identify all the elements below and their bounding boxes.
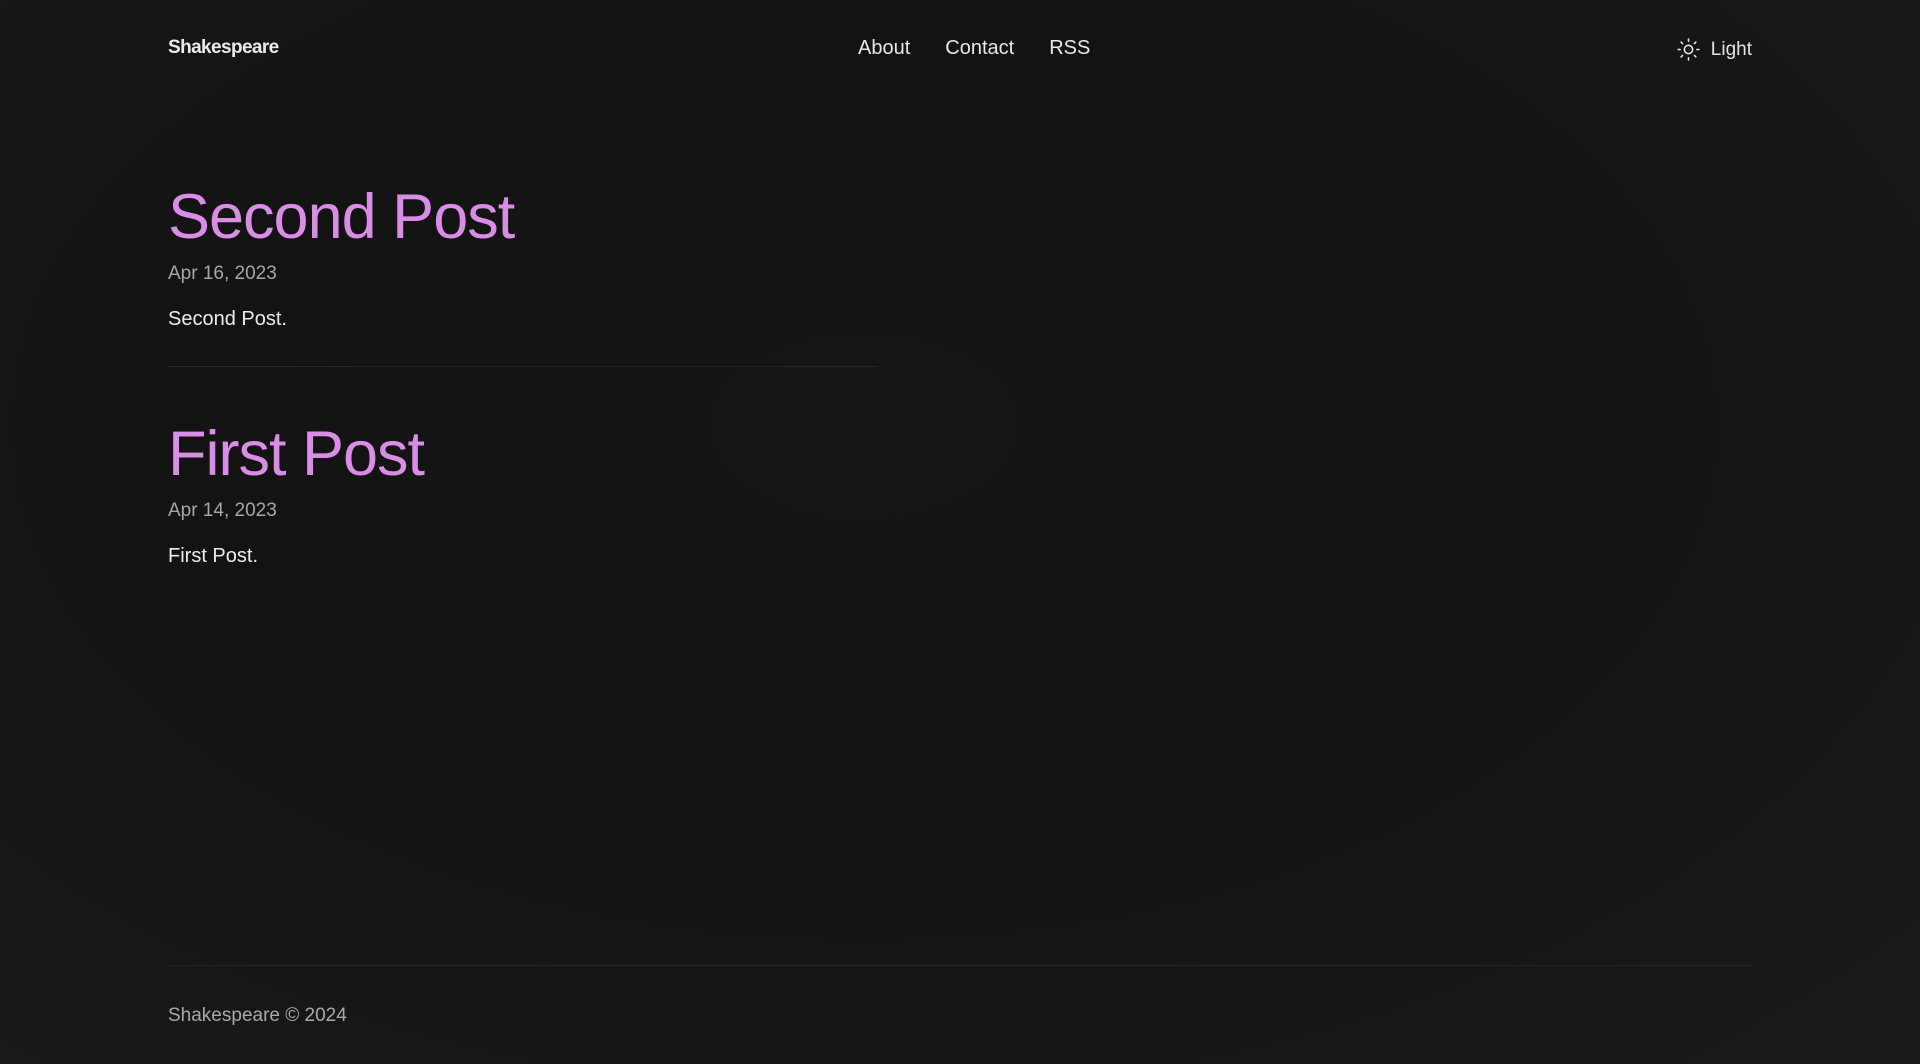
site-footer: Shakespeare © 2024 (168, 965, 1752, 1027)
nav-link-rss[interactable]: RSS (1049, 37, 1090, 60)
post-item: First Post Apr 14, 2023 First Post. (168, 366, 878, 603)
post-title-link[interactable]: Second Post (168, 176, 878, 258)
sun-icon (1676, 37, 1701, 62)
theme-toggle-label: Light (1710, 38, 1752, 60)
site-header: Shakespeare About Contact RSS Light (168, 0, 1752, 100)
post-list: Second Post Apr 16, 2023 Second Post. Fi… (168, 176, 878, 603)
nav-link-about[interactable]: About (858, 37, 910, 60)
copyright-text: Shakespeare © 2024 (168, 1005, 347, 1026)
theme-toggle-button[interactable]: Light (1676, 37, 1752, 62)
post-date: Apr 16, 2023 (168, 263, 277, 284)
post-title-link[interactable]: First Post (168, 413, 878, 495)
post-date: Apr 14, 2023 (168, 500, 277, 521)
nav-link-contact[interactable]: Contact (945, 37, 1014, 60)
post-description: First Post. (168, 545, 259, 567)
post-item: Second Post Apr 16, 2023 Second Post. (168, 176, 878, 366)
post-description: Second Post. (168, 308, 287, 330)
main-nav: About Contact RSS (858, 37, 1090, 60)
site-logo[interactable]: Shakespeare (168, 37, 279, 59)
